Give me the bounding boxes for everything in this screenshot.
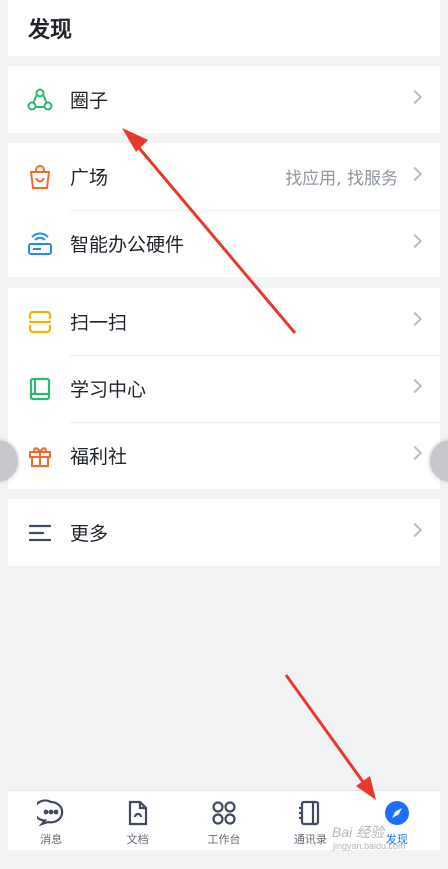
row-label: 智能办公硬件 bbox=[70, 234, 185, 256]
page-title: 发现 bbox=[28, 18, 73, 43]
row-scan[interactable]: 扫一扫 bbox=[8, 288, 440, 355]
tab-label: 消息 bbox=[40, 833, 63, 846]
row-label: 学习中心 bbox=[70, 379, 147, 401]
chevron-right-icon bbox=[407, 166, 423, 182]
message-icon bbox=[33, 799, 65, 827]
row-welfare[interactable]: 福利社 bbox=[8, 422, 440, 489]
scan-icon bbox=[26, 308, 54, 336]
row-label: 福利社 bbox=[70, 446, 128, 468]
row-more[interactable]: 更多 bbox=[8, 499, 440, 566]
contacts-icon bbox=[296, 799, 324, 827]
row-label: 更多 bbox=[70, 523, 109, 545]
row-plaza[interactable]: 广场 找应用, 找服务 bbox=[8, 143, 440, 210]
watermark-url: jingyan.baidu.com bbox=[333, 841, 406, 851]
group-more: 更多 bbox=[8, 499, 440, 566]
group-tools: 扫一扫 学习中心 福利社 bbox=[8, 288, 440, 489]
router-icon bbox=[26, 230, 54, 258]
chevron-right-icon bbox=[407, 445, 423, 461]
row-label: 扫一扫 bbox=[70, 312, 128, 334]
grid-icon bbox=[210, 799, 238, 827]
compass-icon bbox=[383, 799, 411, 827]
chevron-right-icon bbox=[407, 522, 423, 538]
row-learning-center[interactable]: 学习中心 bbox=[8, 355, 440, 422]
gift-icon bbox=[26, 442, 54, 470]
row-label: 圈子 bbox=[70, 90, 109, 112]
chevron-right-icon bbox=[407, 378, 423, 394]
tab-messages[interactable]: 消息 bbox=[8, 791, 94, 850]
tab-documents[interactable]: 文档 bbox=[94, 791, 180, 850]
row-label: 广场 bbox=[70, 167, 109, 189]
group-plaza: 广场 找应用, 找服务 智能办公硬件 bbox=[8, 143, 440, 277]
row-smart-hardware[interactable]: 智能办公硬件 bbox=[8, 210, 440, 277]
arrow-to-discover-tab bbox=[284, 674, 376, 800]
menu-lines-icon bbox=[26, 519, 54, 547]
tab-workbench[interactable]: 工作台 bbox=[181, 791, 267, 850]
book-icon bbox=[26, 375, 54, 403]
tab-label: 通讯录 bbox=[293, 833, 327, 846]
row-hint: 找应用, 找服务 bbox=[285, 169, 398, 189]
document-icon bbox=[124, 799, 152, 827]
tab-label: 工作台 bbox=[207, 833, 241, 846]
tab-label: 文档 bbox=[126, 833, 149, 846]
page-header: 发现 bbox=[8, 0, 440, 56]
circle-network-icon bbox=[26, 86, 54, 114]
shopping-bag-icon bbox=[26, 163, 54, 191]
group-circle: 圈子 bbox=[8, 66, 440, 133]
row-circle[interactable]: 圈子 bbox=[8, 66, 440, 133]
chevron-right-icon bbox=[407, 89, 423, 105]
chevron-right-icon bbox=[407, 233, 423, 249]
watermark-text: Bai 经验 bbox=[332, 824, 385, 840]
chevron-right-icon bbox=[407, 311, 423, 327]
